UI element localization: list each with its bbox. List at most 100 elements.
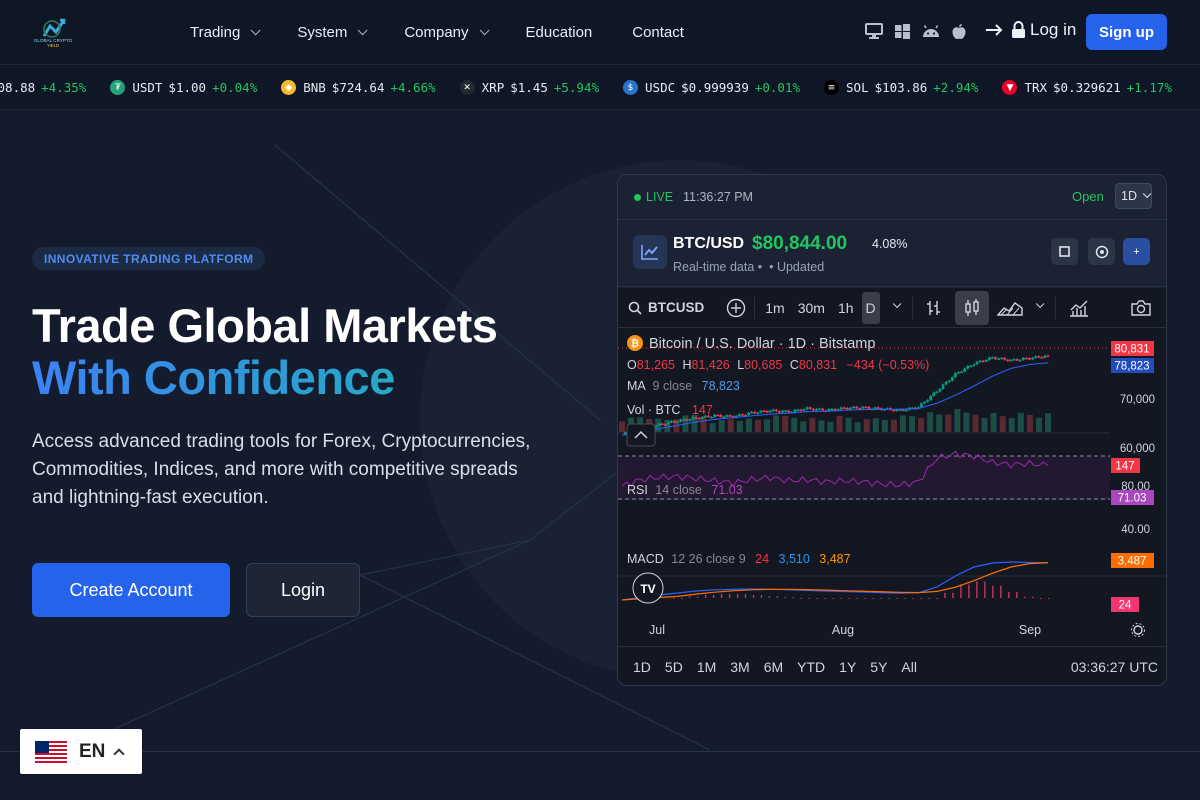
candles-button[interactable] bbox=[954, 290, 989, 325]
histogram-bar bbox=[848, 598, 850, 600]
macd-hist-value: 24 bbox=[755, 552, 769, 566]
brand-logo[interactable]: GLOBAL CRYPTO YIELD bbox=[30, 14, 76, 50]
chevron-down-icon[interactable] bbox=[892, 299, 902, 309]
macd-signal-tag-text: 3,487 bbox=[1118, 556, 1147, 568]
range-3m[interactable]: 3M bbox=[730, 659, 749, 675]
x-tick: Aug bbox=[832, 623, 854, 637]
android-icon[interactable] bbox=[921, 23, 941, 40]
histogram-bar bbox=[872, 598, 874, 599]
interval-d[interactable]: D bbox=[861, 291, 880, 324]
indicators-icon[interactable] bbox=[1068, 298, 1090, 318]
add-button[interactable]: + bbox=[1123, 238, 1150, 265]
rsi-tag-text: 71.03 bbox=[1118, 493, 1147, 505]
apple-icon[interactable] bbox=[951, 23, 967, 40]
candle bbox=[808, 407, 812, 409]
stop-button[interactable] bbox=[1051, 238, 1078, 265]
symbol-label[interactable]: BTCUSD bbox=[648, 300, 704, 315]
range-1m[interactable]: 1M bbox=[697, 659, 716, 675]
desktop-icon[interactable] bbox=[864, 22, 884, 40]
rsi-params: 14 close bbox=[655, 483, 702, 497]
volume-bar bbox=[1008, 418, 1015, 432]
ticker-item[interactable]: $ USDC $0.999939 +0.01% bbox=[623, 80, 800, 95]
volume-bar bbox=[909, 416, 916, 432]
create-account-button[interactable]: Create Account bbox=[32, 563, 230, 617]
candle bbox=[839, 407, 843, 410]
histogram-bar bbox=[744, 594, 747, 598]
ticker-item[interactable]: ▼ TRX $0.329621 +1.17% bbox=[1002, 80, 1172, 95]
ma-value: 78,823 bbox=[702, 379, 740, 393]
range-1d[interactable]: 1D bbox=[633, 659, 651, 675]
series-title: Bitcoin / U.S. Dollar · 1D · Bitstamp bbox=[649, 336, 875, 352]
ticker-item[interactable]: 508.88 +4.35% bbox=[0, 80, 86, 95]
ticker-item[interactable]: ₮ USDT $1.00 +0.04% bbox=[110, 80, 257, 95]
nav-education[interactable]: Education bbox=[526, 24, 593, 41]
candle bbox=[953, 372, 957, 378]
histogram-bar bbox=[1032, 596, 1034, 598]
macd-line bbox=[621, 561, 1049, 601]
compare-add-icon[interactable] bbox=[726, 298, 746, 318]
plus-icon: + bbox=[1133, 245, 1140, 258]
ticker-symbol: XRP bbox=[481, 80, 505, 95]
candle bbox=[830, 408, 834, 411]
hero-title: Trade Global Markets With Confidence bbox=[32, 300, 498, 404]
interval-30m[interactable]: 30m bbox=[798, 300, 825, 316]
volume-bar bbox=[782, 415, 789, 432]
search-icon[interactable] bbox=[628, 301, 642, 315]
candle bbox=[1006, 359, 1010, 362]
candle bbox=[796, 409, 800, 412]
volume-bar bbox=[963, 412, 970, 432]
market-status: Open bbox=[1072, 189, 1104, 204]
candlestick-chart[interactable]: ₿ Bitcoin / U.S. Dollar · 1D · Bitstamp … bbox=[618, 328, 1167, 646]
pair-name: BTC/USD bbox=[673, 235, 745, 252]
nav-contact[interactable]: Contact bbox=[632, 24, 684, 41]
volume-bar bbox=[845, 417, 852, 432]
range-1y[interactable]: 1Y bbox=[839, 659, 856, 675]
histogram-bar bbox=[952, 592, 954, 598]
area-style-icon[interactable] bbox=[996, 299, 1023, 317]
histogram-bar bbox=[912, 598, 914, 600]
bar-style-icon[interactable] bbox=[925, 298, 943, 318]
candle bbox=[700, 416, 704, 419]
candle bbox=[688, 419, 692, 421]
interval-1h[interactable]: 1h bbox=[838, 300, 854, 316]
gear-icon[interactable] bbox=[1133, 625, 1143, 635]
toolbar-separator bbox=[1054, 296, 1056, 319]
nav-company[interactable]: Company bbox=[404, 24, 490, 41]
record-button[interactable] bbox=[1088, 238, 1115, 265]
nav-trading[interactable]: Trading bbox=[190, 24, 261, 41]
realtime-status: Real-time data • • Updated bbox=[673, 260, 825, 274]
nav-system[interactable]: System bbox=[297, 24, 368, 41]
interval-1m[interactable]: 1m bbox=[765, 300, 784, 316]
histogram-bar bbox=[728, 593, 731, 598]
chevron-down-icon[interactable] bbox=[1035, 299, 1045, 309]
hero-login-button[interactable]: Login bbox=[246, 563, 360, 617]
windows-icon[interactable] bbox=[894, 23, 911, 40]
rsi-readout: RSI 14 close 71.03 bbox=[627, 483, 743, 497]
candle bbox=[938, 388, 942, 392]
candle bbox=[892, 409, 896, 412]
histogram-bar bbox=[944, 592, 946, 598]
candle bbox=[771, 409, 775, 412]
range-all[interactable]: All bbox=[901, 659, 917, 675]
signup-button[interactable]: Sign up bbox=[1086, 14, 1167, 50]
collapse-legend-button[interactable] bbox=[626, 423, 656, 447]
ticker-item[interactable]: ≡ SOL $103.86 +2.94% bbox=[824, 80, 978, 95]
login-link[interactable]: Log in bbox=[985, 20, 1076, 40]
range-ytd[interactable]: YTD bbox=[797, 659, 825, 675]
logo-text-2: YIELD bbox=[47, 43, 59, 48]
candle bbox=[657, 423, 661, 426]
timeframe-select[interactable]: 1D bbox=[1115, 183, 1152, 209]
utc-clock[interactable]: 03:36:27 UTC bbox=[1071, 659, 1158, 675]
range-6m[interactable]: 6M bbox=[764, 659, 783, 675]
volume-bar bbox=[827, 421, 834, 432]
volume-bar bbox=[981, 417, 988, 432]
language-selector[interactable]: EN bbox=[20, 729, 142, 774]
camera-icon[interactable] bbox=[1130, 299, 1152, 317]
ticker-item[interactable]: ✕ XRP $1.45 +5.94% bbox=[459, 80, 599, 95]
range-5y[interactable]: 5Y bbox=[870, 659, 887, 675]
histogram-bar bbox=[712, 595, 715, 598]
range-5d[interactable]: 5D bbox=[665, 659, 683, 675]
ticker-item[interactable]: ◆ BNB $724.64 +4.66% bbox=[281, 80, 436, 95]
candle bbox=[994, 357, 997, 360]
candle bbox=[740, 414, 744, 416]
